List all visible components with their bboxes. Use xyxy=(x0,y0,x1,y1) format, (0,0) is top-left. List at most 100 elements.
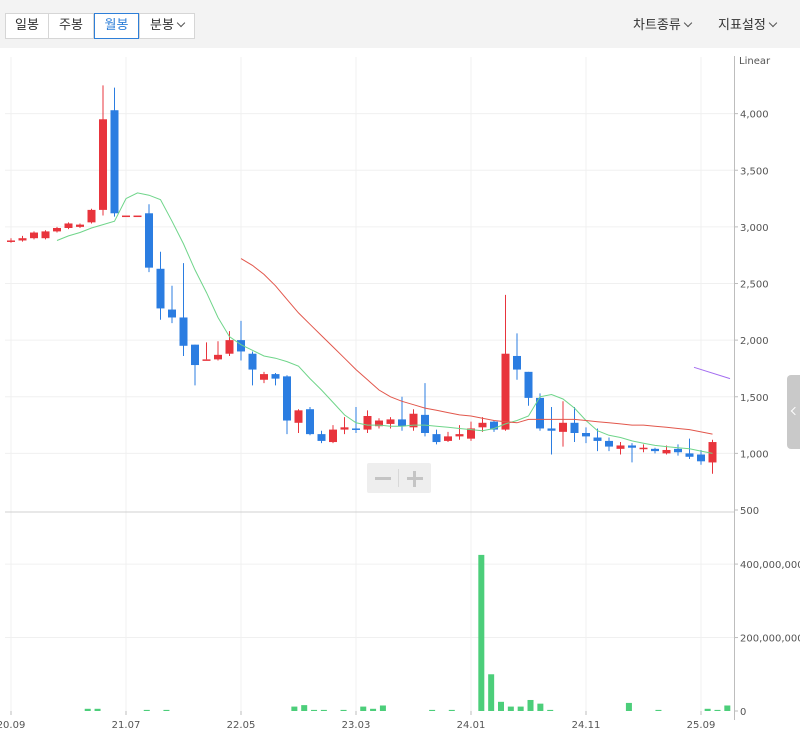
candle-body xyxy=(306,409,314,435)
candle-body xyxy=(570,422,579,433)
candle-body xyxy=(547,428,556,431)
candle-body xyxy=(271,374,280,379)
candle-body xyxy=(179,317,188,346)
minus-icon xyxy=(375,477,391,480)
candle-body xyxy=(191,344,199,366)
price-axis: 500 1,000 1,500 2,000 2,500 3,000 3,500 4,000 xyxy=(734,110,769,517)
volume-bar xyxy=(498,701,504,711)
volume-bar xyxy=(291,706,298,711)
candle-body xyxy=(662,449,671,454)
time-tick-label: 21.07 xyxy=(112,720,141,731)
candle-body xyxy=(202,359,211,361)
candle-body xyxy=(87,209,96,223)
candle-body xyxy=(582,432,590,437)
volume-tick-label: 0 xyxy=(740,707,746,718)
zoom-out-button[interactable] xyxy=(367,463,399,493)
plus-icon-vertical xyxy=(413,471,416,487)
candle-body xyxy=(76,224,84,227)
volume-bar xyxy=(163,709,170,711)
volume-bar xyxy=(517,706,524,711)
volume-axis: 0 200,000,000 400,000,000 xyxy=(734,560,800,718)
volume-bar xyxy=(429,709,436,711)
candle-body xyxy=(455,434,464,437)
side-panel-toggle[interactable] xyxy=(787,375,800,449)
price-tick-label: 3,500 xyxy=(740,166,769,177)
price-tick-label: 2,500 xyxy=(740,280,769,291)
candle-body xyxy=(248,353,257,370)
candle-body xyxy=(605,440,613,447)
candlesticks xyxy=(7,85,717,474)
candle-body xyxy=(340,427,349,430)
volume-bar xyxy=(704,708,711,711)
price-tick-label: 500 xyxy=(740,506,759,517)
volume-bar xyxy=(360,706,367,711)
candle-body xyxy=(122,215,130,218)
candle-body xyxy=(64,223,73,229)
candle-body xyxy=(145,213,153,268)
stock-chart[interactable]: Linear 500 1,000 1,500 2,000 2,500 3,000 3,500… xyxy=(0,0,800,742)
volume-bar xyxy=(94,708,101,711)
volume-bar xyxy=(311,709,318,711)
time-tick-label: 23.03 xyxy=(342,720,371,731)
time-tick-label: 22.05 xyxy=(227,720,256,731)
time-axis: 20.09 21.07 22.05 23.03 24.01 24.11 25.09 xyxy=(0,711,715,731)
zoom-in-button[interactable] xyxy=(399,463,431,493)
candle-body xyxy=(593,437,602,441)
candle-body xyxy=(432,434,441,443)
candle-body xyxy=(133,215,142,218)
candle-body xyxy=(628,445,636,448)
volume-bar xyxy=(84,708,91,711)
candle-body xyxy=(352,428,360,430)
volume-tick-label: 200,000,000 xyxy=(740,634,800,645)
moving-average-line xyxy=(56,192,713,454)
candle-body xyxy=(639,447,648,450)
volume-bar xyxy=(507,706,514,711)
price-tick-label: 1,500 xyxy=(740,393,769,404)
volume-tick-label: 400,000,000 xyxy=(740,560,800,571)
scale-label: Linear xyxy=(739,56,771,67)
candle-body xyxy=(398,419,406,427)
candle-body xyxy=(283,376,291,421)
volume-bar xyxy=(547,709,554,711)
volume-bar xyxy=(379,705,386,711)
candle-body xyxy=(294,410,303,423)
volume-bar xyxy=(655,709,662,711)
candle-body xyxy=(18,238,27,241)
volume-bar xyxy=(340,709,347,711)
candle-body xyxy=(329,429,337,443)
candle-body xyxy=(30,232,38,239)
candle-body xyxy=(444,436,452,441)
volume-bar xyxy=(625,702,632,711)
candle-body xyxy=(41,231,50,239)
price-tick-label: 3,000 xyxy=(740,223,769,234)
volume-bar xyxy=(478,554,485,711)
volume-bars xyxy=(84,554,731,711)
candle-body xyxy=(260,374,268,380)
price-tick-label: 2,000 xyxy=(740,336,769,347)
candle-body xyxy=(685,453,694,457)
candle-body xyxy=(110,110,119,214)
candle-body xyxy=(501,353,510,430)
zoom-control xyxy=(367,463,431,493)
candle-body xyxy=(99,119,107,210)
volume-bar xyxy=(301,705,308,711)
candle-body xyxy=(478,422,487,428)
candle-body xyxy=(513,355,521,370)
candle-body xyxy=(524,371,533,398)
volume-bar xyxy=(724,705,731,711)
candle-body xyxy=(7,240,15,242)
moving-averages xyxy=(56,192,731,454)
moving-average-line xyxy=(693,366,731,380)
candle-body xyxy=(697,454,705,462)
candle-body xyxy=(317,434,326,441)
chevron-left-icon xyxy=(790,406,800,416)
candle-body xyxy=(53,228,61,232)
price-tick-label: 4,000 xyxy=(740,110,769,121)
time-tick-label: 24.11 xyxy=(572,720,601,731)
candle-body xyxy=(559,422,567,432)
candle-body xyxy=(674,448,682,453)
time-tick-label: 24.01 xyxy=(457,720,486,731)
time-tick-label: 20.09 xyxy=(0,720,25,731)
volume-bar xyxy=(714,709,721,711)
volume-bar xyxy=(527,699,534,711)
